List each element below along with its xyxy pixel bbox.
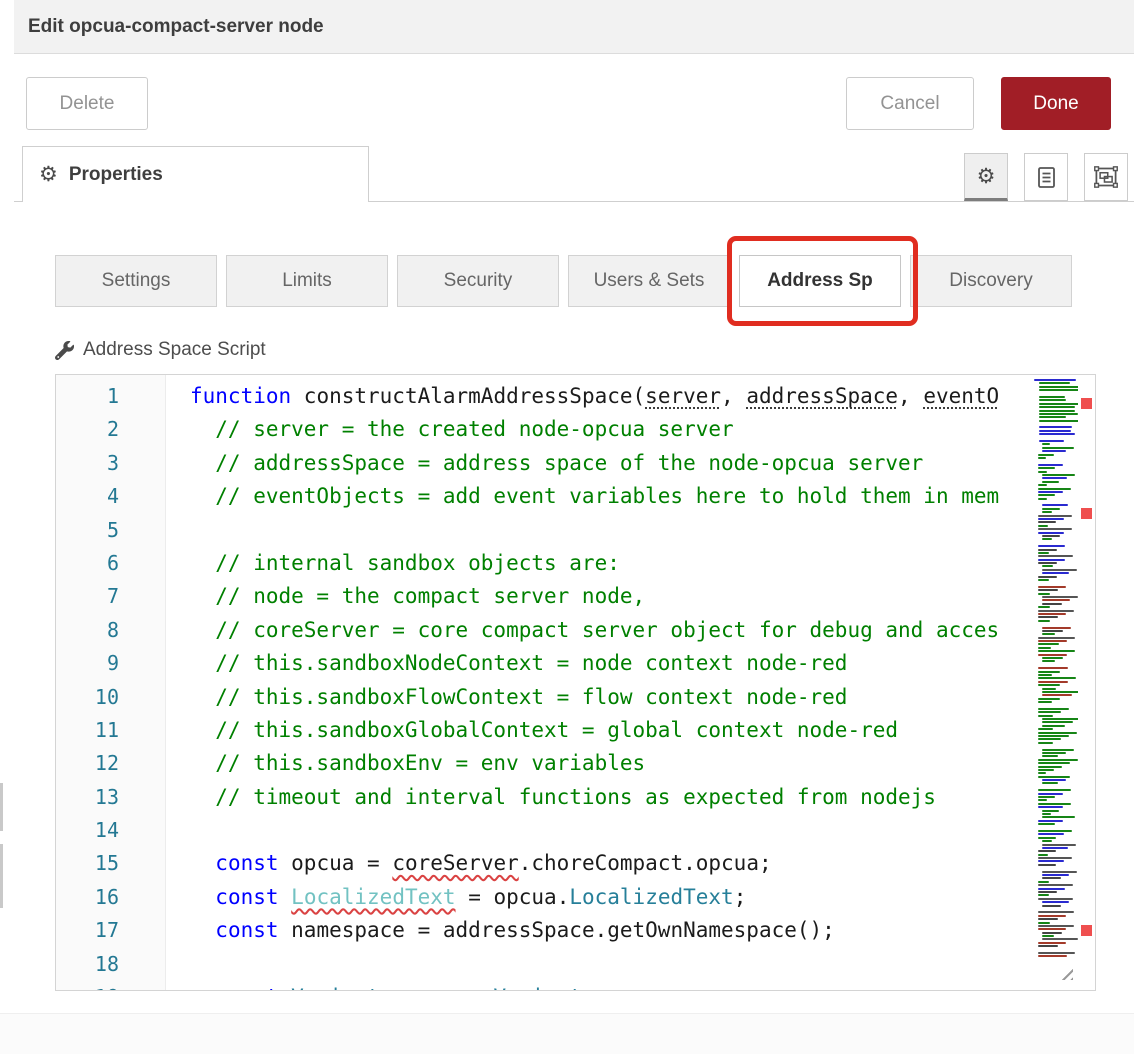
code-line: // internal sandbox objects are: bbox=[190, 547, 1031, 580]
line-number: 4 bbox=[56, 480, 165, 513]
object-group-icon bbox=[1094, 166, 1118, 188]
code-line: // this.sandboxFlowContext = flow contex… bbox=[190, 681, 1031, 714]
line-number: 18 bbox=[56, 948, 165, 981]
error-marker bbox=[1081, 925, 1092, 936]
line-number: 9 bbox=[56, 647, 165, 680]
code-line: const Variant = opcua.Variant; bbox=[190, 981, 1031, 990]
line-number: 3 bbox=[56, 447, 165, 480]
code-line: function constructAlarmAddressSpace(serv… bbox=[190, 380, 1031, 413]
tab-users-sets[interactable]: Users & Sets bbox=[568, 255, 730, 307]
code-line: // addressSpace = address space of the n… bbox=[190, 447, 1031, 480]
line-number: 15 bbox=[56, 847, 165, 880]
section-title: Address Space Script bbox=[83, 339, 266, 361]
line-number: 11 bbox=[56, 714, 165, 747]
dialog-bottom-edge bbox=[0, 1013, 1134, 1054]
code-line bbox=[190, 514, 1031, 547]
line-number: 12 bbox=[56, 747, 165, 780]
edit-properties-button[interactable]: ⚙ bbox=[964, 153, 1008, 201]
edit-description-button[interactable] bbox=[1024, 153, 1068, 201]
code-editor[interactable]: 12345678910111213141516171819 function c… bbox=[55, 374, 1096, 991]
line-number: 7 bbox=[56, 580, 165, 613]
error-marker bbox=[1081, 398, 1092, 409]
tab-properties[interactable]: ⚙ Properties bbox=[22, 146, 369, 202]
cancel-button[interactable]: Cancel bbox=[846, 77, 974, 130]
code-line: // node = the compact server node, bbox=[190, 580, 1031, 613]
line-number: 8 bbox=[56, 614, 165, 647]
overview-ruler[interactable] bbox=[1078, 375, 1095, 990]
wrench-icon bbox=[55, 341, 74, 360]
tab-settings[interactable]: Settings bbox=[55, 255, 217, 307]
line-number: 5 bbox=[56, 514, 165, 547]
code-line: // eventObjects = add event variables he… bbox=[190, 480, 1031, 513]
code-line: // this.sandboxEnv = env variables bbox=[190, 747, 1031, 780]
done-button[interactable]: Done bbox=[1001, 77, 1111, 130]
tab-discovery[interactable]: Discovery bbox=[910, 255, 1072, 307]
tab-address-space[interactable]: Address Sp bbox=[739, 255, 901, 307]
line-number: 19 bbox=[56, 981, 165, 990]
code-line: // timeout and interval functions as exp… bbox=[190, 781, 1031, 814]
line-number: 1 bbox=[56, 380, 165, 413]
code-line: // this.sandboxGlobalContext = global co… bbox=[190, 714, 1031, 747]
gear-icon: ⚙ bbox=[977, 166, 996, 187]
line-number: 17 bbox=[56, 914, 165, 947]
code-line: const opcua = coreServer.choreCompact.op… bbox=[190, 847, 1031, 880]
page-scrollbar-thumb[interactable] bbox=[0, 844, 3, 908]
code-line bbox=[190, 948, 1031, 981]
code-line bbox=[190, 814, 1031, 847]
editor-gutter: 12345678910111213141516171819 bbox=[56, 375, 166, 990]
line-number: 14 bbox=[56, 814, 165, 847]
tab-limits[interactable]: Limits bbox=[226, 255, 388, 307]
address-space-script-section: Address Space Script bbox=[55, 339, 266, 361]
line-number: 6 bbox=[56, 547, 165, 580]
minimap-content bbox=[1034, 379, 1078, 957]
line-number: 10 bbox=[56, 681, 165, 714]
code-line: const LocalizedText = opcua.LocalizedTex… bbox=[190, 881, 1031, 914]
page-scrollbar-thumb[interactable] bbox=[0, 783, 3, 831]
error-marker bbox=[1081, 508, 1092, 519]
minimap[interactable] bbox=[1032, 375, 1078, 990]
line-number: 2 bbox=[56, 413, 165, 446]
code-line: // this.sandboxNodeContext = node contex… bbox=[190, 647, 1031, 680]
tray-toolbar: ⚙ bbox=[964, 153, 1128, 201]
dialog-title: Edit opcua-compact-server node bbox=[28, 16, 324, 38]
edit-appearance-button[interactable] bbox=[1084, 153, 1128, 201]
properties-label: Properties bbox=[69, 164, 163, 186]
code-area[interactable]: function constructAlarmAddressSpace(serv… bbox=[167, 375, 1031, 990]
edit-node-dialog: Edit opcua-compact-server node Delete Ca… bbox=[0, 0, 1134, 1054]
dialog-header: Edit opcua-compact-server node bbox=[14, 0, 1134, 54]
line-number: 16 bbox=[56, 881, 165, 914]
tab-security[interactable]: Security bbox=[397, 255, 559, 307]
line-number: 13 bbox=[56, 781, 165, 814]
code-line: const namespace = addressSpace.getOwnNam… bbox=[190, 914, 1031, 947]
document-icon bbox=[1038, 167, 1055, 188]
gear-icon: ⚙ bbox=[39, 164, 58, 185]
delete-button[interactable]: Delete bbox=[26, 77, 148, 130]
code-line: // coreServer = core compact server obje… bbox=[190, 614, 1031, 647]
node-tabs: SettingsLimitsSecurityUsers & SetsAddres… bbox=[55, 255, 1072, 307]
code-line: // server = the created node-opcua serve… bbox=[190, 413, 1031, 446]
